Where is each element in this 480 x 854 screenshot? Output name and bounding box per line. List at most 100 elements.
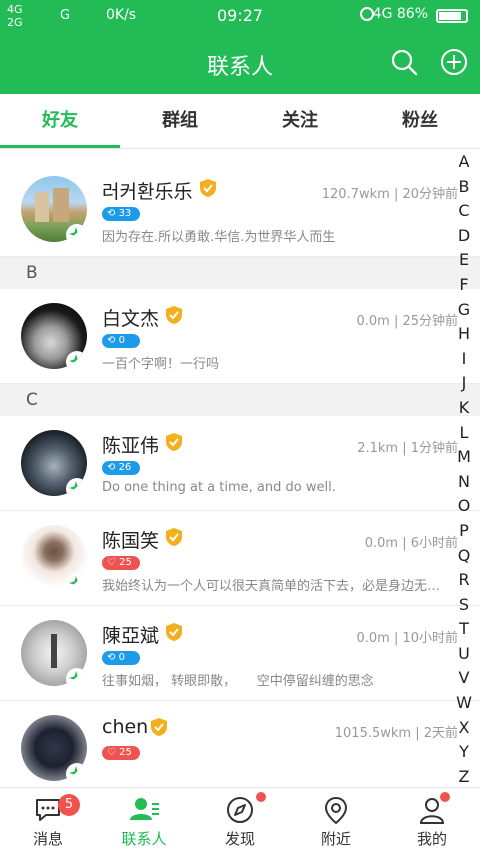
contact-row[interactable]: 1 陳亞斌 0.0m | 10小时前 ⟲ 0 往事如烟， 转眼即散， 空中停留纠… [0, 606, 480, 701]
index-letter-c[interactable]: C [456, 199, 472, 224]
index-letter-w[interactable]: W [456, 691, 472, 716]
tab-groups[interactable]: 群组 [120, 94, 240, 148]
section-header: B [0, 257, 480, 289]
distance-time: 1015.5wkm | 2天前 [334, 726, 458, 741]
avatar: 1 [21, 715, 87, 781]
index-letter-k[interactable]: K [456, 396, 472, 421]
verified-shield-icon [166, 528, 182, 546]
nav-label: 联系人 [121, 830, 167, 848]
tab-friends[interactable]: 好友 [0, 94, 120, 148]
nav-contacts[interactable]: 联系人 [96, 788, 192, 854]
index-letter-t[interactable]: T [456, 617, 472, 642]
contact-row[interactable]: 1 러커환乐乐 120.7wkm | 20分钟前 ⟲ 33 因为存在.所以勇敢.… [0, 162, 480, 257]
index-letter-a[interactable]: A [456, 150, 472, 175]
avatar: 1 [21, 176, 87, 242]
index-letter-z[interactable]: Z [456, 765, 472, 790]
distance-time: 120.7wkm | 20分钟前 [321, 187, 458, 202]
index-letter-h[interactable]: H [456, 322, 472, 347]
battery-icon [436, 9, 468, 23]
level-badge: 1 [66, 668, 87, 686]
contact-row[interactable]: 1 陈国笑 0.0m | 6小时前 ♡ 25 我始终认为一个人可以很天真简单的活… [0, 511, 480, 606]
contact-name: 陈国笑 [102, 530, 160, 552]
index-letter-f[interactable]: F [456, 273, 472, 298]
distance-time: 2.1km | 1分钟前 [357, 441, 458, 456]
index-letter-i[interactable]: I [456, 347, 472, 372]
like-count-pill: ⟲ 33 [102, 207, 140, 221]
signature: 一百个字啊！一行吗 [102, 357, 220, 372]
section-header: C [0, 384, 480, 416]
notification-dot [440, 792, 450, 802]
index-letter-r[interactable]: R [456, 568, 472, 593]
distance-time: 0.0m | 6小时前 [364, 536, 458, 551]
index-letter-j[interactable]: J [456, 371, 472, 396]
signal-battery-text: 4G 86% [373, 6, 428, 22]
plus-circle-icon[interactable] [440, 48, 468, 76]
index-letter-q[interactable]: Q [456, 544, 472, 569]
like-count-pill: ♡ 25 [102, 746, 140, 760]
index-letter-n[interactable]: N [456, 470, 472, 495]
tab-following[interactable]: 关注 [240, 94, 360, 148]
contact-name: 白文杰 [102, 308, 160, 330]
level-badge: 1 [66, 351, 87, 369]
compass-icon [227, 797, 253, 823]
index-letter-x[interactable]: X [456, 716, 472, 741]
index-letter-y[interactable]: Y [456, 740, 472, 765]
nav-profile[interactable]: 我的 [384, 788, 480, 854]
tab-fans[interactable]: 粉丝 [360, 94, 480, 148]
level-badge: 1 [66, 573, 87, 591]
like-count: 0 [118, 335, 125, 346]
like-count: 33 [118, 208, 132, 219]
nav-messages[interactable]: 5 消息 [0, 788, 96, 854]
app-header: 联系人 [0, 32, 480, 94]
nav-label: 附近 [320, 830, 351, 848]
like-count-pill: ⟲ 0 [102, 334, 140, 348]
index-letter-g[interactable]: G [456, 298, 472, 323]
nav-label: 发现 [224, 830, 255, 848]
level-number: 1 [81, 359, 87, 369]
contact-list[interactable]: 1 러커환乐乐 120.7wkm | 20分钟前 ⟲ 33 因为存在.所以勇敢.… [0, 162, 480, 795]
contact-row[interactable]: 1 chen 1015.5wkm | 2天前 ♡ 25 [0, 701, 480, 795]
signature: 我始终认为一个人可以很天真简单的活下去，必是身边无… [102, 579, 441, 594]
index-letter-v[interactable]: V [456, 666, 472, 691]
index-letter-b[interactable]: B [456, 175, 472, 200]
avatar: 1 [21, 525, 87, 591]
contact-row[interactable]: 1 陈亚伟 2.1km | 1分钟前 ⟲ 26 Do one thing at … [0, 416, 480, 511]
level-badge: 1 [66, 224, 87, 242]
level-number: 1 [81, 771, 87, 781]
like-count-pill: ⟲ 26 [102, 461, 140, 475]
nav-discover[interactable]: 发现 [192, 788, 288, 854]
index-letter-l[interactable]: L [456, 421, 472, 446]
index-letter-u[interactable]: U [456, 642, 472, 667]
alphabet-index[interactable]: ABCDEFGHIJKLMNOPQRSTUVWXYZ [456, 150, 472, 789]
search-icon[interactable] [390, 48, 418, 76]
verified-shield-icon [166, 433, 182, 451]
like-count-pill: ⟲ 0 [102, 651, 140, 665]
level-badge: 1 [66, 478, 87, 496]
notification-dot [256, 792, 266, 802]
signal-label: 4G [372, 6, 393, 22]
contact-row[interactable]: 1 白文杰 0.0m | 25分钟前 ⟲ 0 一百个字啊！一行吗 [0, 289, 480, 384]
unread-count-badge: 5 [58, 794, 80, 816]
index-letter-m[interactable]: M [456, 445, 472, 470]
status-bar: 4G 2G G 0K/s 09:27 4G 86% [0, 0, 480, 32]
nav-nearby[interactable]: 附近 [288, 788, 384, 854]
like-count: 26 [118, 462, 132, 473]
signature: 因为存在.所以勇敢.华信.为世界华人而生 [102, 230, 336, 245]
avatar: 1 [21, 303, 87, 369]
level-number: 1 [81, 486, 87, 496]
index-letter-e[interactable]: E [456, 248, 472, 273]
like-count: 0 [118, 652, 125, 663]
battery-fill [439, 12, 462, 20]
index-letter-o[interactable]: O [456, 494, 472, 519]
nav-label: 消息 [32, 830, 63, 848]
bottom-nav: 5 消息 联系人 发现 附近 我的 [0, 787, 480, 854]
tab-bar: 好友 群组 关注 粉丝 [0, 94, 480, 149]
index-letter-s[interactable]: S [456, 593, 472, 618]
index-letter-p[interactable]: P [456, 519, 472, 544]
level-number: 1 [81, 232, 87, 242]
index-letter-d[interactable]: D [456, 224, 472, 249]
verified-shield-icon [200, 179, 216, 197]
contact-name: 陳亞斌 [102, 625, 160, 647]
like-count: 25 [119, 747, 132, 758]
contact-name: 陈亚伟 [102, 435, 160, 457]
